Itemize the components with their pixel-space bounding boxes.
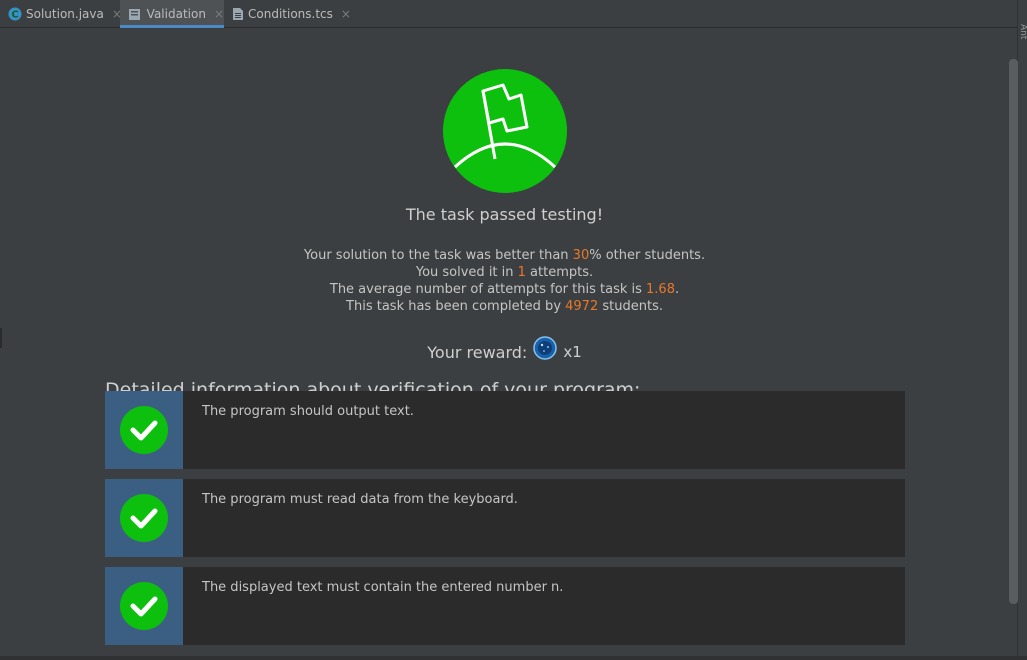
stat-better-than: Your solution to the task was better tha… [303,248,706,263]
check-icon [120,494,168,542]
right-tool-strip: Ant [1017,0,1027,660]
close-icon[interactable]: × [341,7,351,21]
document-icon [232,6,244,22]
reward-line: Your reward: x1 [3,336,1006,364]
vertical-scrollbar[interactable] [1009,59,1018,604]
check-icon [120,582,168,630]
check-text: The program should output text. [202,404,414,419]
check-status [105,567,183,645]
check-status [105,479,183,557]
verification-item: The program should output text. [105,391,905,469]
verification-item: The program must read data from the keyb… [105,479,905,557]
tab-label: Solution.java [26,7,104,21]
tab-conditions-tcs[interactable]: Conditions.tcs × [224,0,351,28]
close-icon[interactable]: × [214,7,224,21]
success-flag-icon [443,69,567,193]
bottom-border [0,656,1027,660]
stat-attempts: You solved it in 1 attempts. [415,265,594,280]
check-text: The program must read data from the keyb… [202,492,518,507]
reward-multiplier: x1 [563,343,582,361]
left-gutter-marker [0,328,2,348]
check-icon [120,406,168,454]
verification-item: The displayed text must contain the ente… [105,567,905,645]
check-text: The displayed text must contain the ente… [202,580,564,595]
dark-matter-icon [533,336,558,360]
stat-average-attempts: The average number of attempts for this … [329,282,680,297]
tab-label: Validation [146,7,206,21]
java-class-icon: C [8,6,22,22]
tab-label: Conditions.tcs [248,7,333,21]
svg-text:C: C [11,10,18,21]
editor-tab-bar: C Solution.java × Validation × Condition… [0,0,1027,28]
tab-solution-java[interactable]: C Solution.java × [8,0,122,28]
validation-panel: The task passed testing! Your solution t… [3,29,1018,656]
reward-label: Your reward: [427,342,528,362]
result-statistics: Your solution to the task was better tha… [3,247,1006,315]
stat-completed-by: This task has been completed by 4972 stu… [346,299,663,314]
validation-icon [128,6,143,22]
ant-tool-window-label[interactable]: Ant [1018,24,1027,39]
result-title: The task passed testing! [405,205,604,224]
tab-validation[interactable]: Validation × [120,0,224,28]
check-status [105,391,183,469]
